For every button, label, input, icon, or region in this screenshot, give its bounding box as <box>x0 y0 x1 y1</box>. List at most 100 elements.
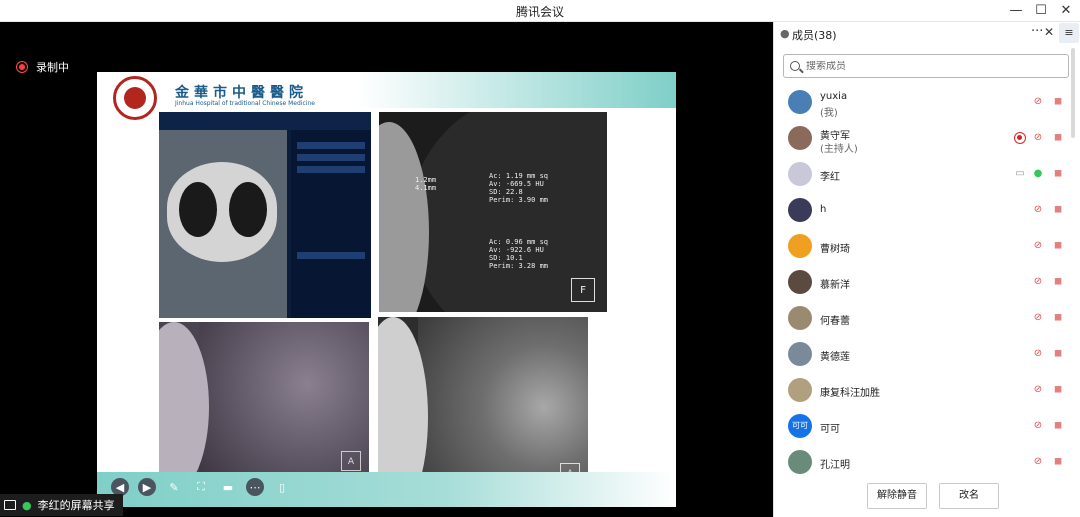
window-title: 腾讯会议 <box>515 5 564 19</box>
member-row[interactable]: 可可 可可 ⊘ ◼ <box>774 408 1080 444</box>
right-lung <box>229 182 267 237</box>
camera-off-icon[interactable]: ◼ <box>1051 276 1065 288</box>
slide-toolbar: ◀ ▶ ✎ ⛶ ▬ ⋯ ▯ <box>111 477 291 497</box>
more-options-icon[interactable]: ⋯ <box>246 478 264 496</box>
unmute-all-button[interactable]: 解除静音 <box>867 483 927 509</box>
recording-indicator: 录制中 <box>16 59 69 75</box>
mic-muted-icon[interactable]: ⊘ <box>1032 276 1044 288</box>
presentation-slide: 金華市中醫醫院 Jinhua Hospital of traditional C… <box>97 72 676 507</box>
member-row[interactable]: h ⊘ ◼ <box>774 192 1080 228</box>
avatar <box>788 378 812 402</box>
members-count: 成员(38) <box>792 29 837 42</box>
member-row[interactable]: 李红 ▭ ● ◼ <box>774 156 1080 192</box>
screen-share-label: ● 李红的屏幕共享 <box>0 494 123 516</box>
more-options-button[interactable]: ··· <box>1031 24 1043 39</box>
avatar <box>788 270 812 294</box>
member-row[interactable]: 曹树琦 ⊘ ◼ <box>774 228 1080 264</box>
mic-muted-icon[interactable]: ⊘ <box>1032 420 1044 432</box>
mic-muted-icon[interactable]: ⊘ <box>1032 240 1044 252</box>
member-list-scrollbar[interactable] <box>1071 48 1075 138</box>
member-name: 康复科汪加胜 <box>820 388 880 399</box>
member-role: (我) <box>820 108 838 119</box>
member-name: 李红 <box>820 172 840 183</box>
camera-off-icon[interactable]: ◼ <box>1051 240 1065 252</box>
device-icon[interactable]: ▯ <box>273 478 291 496</box>
mic-muted-icon[interactable]: ⊘ <box>1032 312 1044 324</box>
member-name: 黄德莲 <box>820 352 850 363</box>
minimize-button[interactable]: — <box>1003 0 1029 22</box>
member-row[interactable]: 孔江明 ⊘ ◼ <box>774 444 1080 480</box>
screen-share-text: 李红的屏幕共享 <box>37 499 115 512</box>
series-row <box>297 166 365 173</box>
avatar <box>788 198 812 222</box>
member-row[interactable]: yuxia (我) ⊘ ◼ <box>774 84 1080 120</box>
camera-off-icon[interactable]: ◼ <box>1051 96 1065 108</box>
search-icon <box>790 61 800 71</box>
camera-off-icon[interactable]: ◼ <box>1051 384 1065 396</box>
pen-icon[interactable]: ✎ <box>165 478 183 496</box>
member-row[interactable]: 黄德莲 ⊘ ◼ <box>774 336 1080 372</box>
title-bar: 腾讯会议 — ☐ ✕ <box>0 0 1080 22</box>
camera-off-icon[interactable]: ◼ <box>1051 132 1065 144</box>
mic-muted-icon[interactable]: ⊘ <box>1032 456 1044 468</box>
recording-status-icon <box>1014 132 1026 144</box>
panel-menu-button[interactable]: ≡ <box>1059 23 1079 43</box>
maximize-button[interactable]: ☐ <box>1028 0 1054 22</box>
next-slide-icon[interactable]: ▶ <box>138 478 156 496</box>
measure-text-bottom: Ac: 0.96 mm sq Av: -922.6 HU SD: 10.1 Pe… <box>489 238 549 270</box>
member-name: h <box>820 204 827 215</box>
mic-muted-icon[interactable]: ⊘ <box>1032 96 1044 108</box>
series-row <box>297 154 365 161</box>
camera-off-icon[interactable]: ◼ <box>1051 456 1065 468</box>
orientation-marker: F <box>571 278 595 302</box>
shared-screen-area: 录制中 金華市中醫醫院 Jinhua Hospital of tradition… <box>0 22 773 517</box>
close-panel-button[interactable]: ✕ <box>1044 25 1054 39</box>
member-row[interactable]: 康复科汪加胜 ⊘ ◼ <box>774 372 1080 408</box>
avatar <box>788 162 812 186</box>
screen-share-status-icon: ▭ <box>1015 168 1025 179</box>
series-row <box>297 142 365 149</box>
camera-off-icon[interactable]: ◼ <box>1051 312 1065 324</box>
rib-shadow <box>379 122 429 312</box>
mic-on-icon[interactable]: ● <box>1032 168 1044 180</box>
measure-text-left: 1.2mm 4.1mm <box>415 176 437 192</box>
mic-muted-icon[interactable]: ⊘ <box>1032 132 1044 144</box>
camera-off-icon[interactable]: ◼ <box>1051 348 1065 360</box>
ct-viewer-toolbar <box>159 112 371 130</box>
member-search-box[interactable] <box>783 54 1069 78</box>
ct-workstation-image <box>159 112 371 318</box>
left-lung <box>179 182 217 237</box>
mic-muted-icon[interactable]: ⊘ <box>1032 384 1044 396</box>
hospital-logo <box>113 76 157 120</box>
recording-icon <box>16 61 28 73</box>
members-header: ● 成员(38) ··· ✕ ≡ <box>774 22 1080 46</box>
zoom-icon[interactable]: ⛶ <box>192 478 210 496</box>
close-window-button[interactable]: ✕ <box>1053 0 1079 22</box>
orientation-marker: A <box>341 451 361 471</box>
ct-ground-glass-image: A <box>159 322 369 477</box>
mic-on-icon: ● <box>22 498 32 512</box>
avatar <box>788 306 812 330</box>
member-name: 曹树琦 <box>820 244 850 255</box>
member-row[interactable]: 慕新洋 ⊘ ◼ <box>774 264 1080 300</box>
avatar <box>788 90 812 114</box>
hospital-name-en: Jinhua Hospital of traditional Chinese M… <box>175 100 315 107</box>
member-row[interactable]: 黄守军 (主持人) ⊘ ◼ <box>774 120 1080 156</box>
camera-off-icon[interactable]: ◼ <box>1051 420 1065 432</box>
camera-off-icon[interactable]: ◼ <box>1051 168 1065 180</box>
member-name: 慕新洋 <box>820 280 850 291</box>
mic-muted-icon[interactable]: ⊘ <box>1032 348 1044 360</box>
mic-muted-icon[interactable]: ⊘ <box>1032 204 1044 216</box>
avatar <box>788 342 812 366</box>
member-name: 孔江明 <box>820 460 850 471</box>
camera-off-icon[interactable]: ◼ <box>1051 204 1065 216</box>
member-role: (主持人) <box>820 144 858 155</box>
member-row[interactable]: 何春蕾 ⊘ ◼ <box>774 300 1080 336</box>
member-search-input[interactable] <box>806 60 1046 72</box>
hospital-name: 金華市中醫醫院 <box>175 85 308 101</box>
person-icon: ● <box>780 27 790 40</box>
rename-button[interactable]: 改名 <box>939 483 999 509</box>
members-panel: ● 成员(38) ··· ✕ ≡ yuxia(我)⊘◼黄守军(主持人)⊘◼李红▭… <box>773 22 1080 517</box>
video-icon[interactable]: ▬ <box>219 478 237 496</box>
ct-vessel-mip-image: A <box>378 317 588 497</box>
